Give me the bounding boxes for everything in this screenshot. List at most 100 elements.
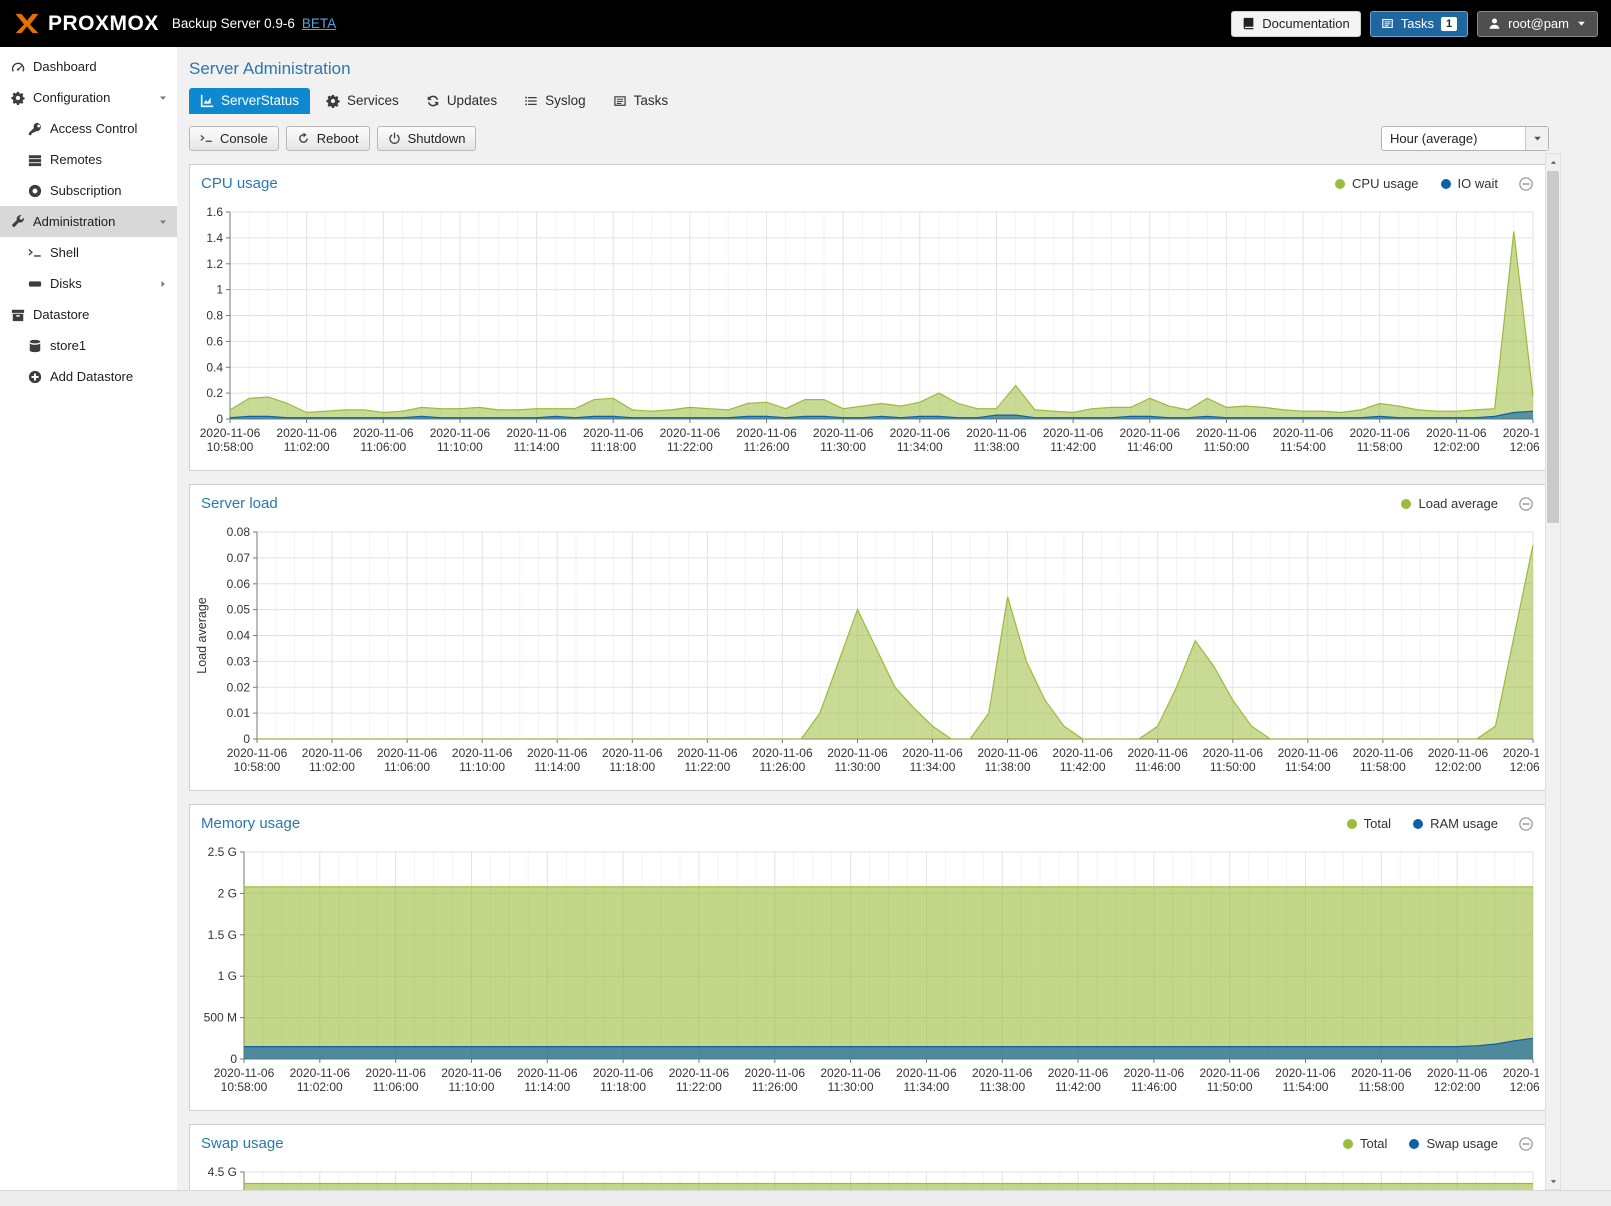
sidebar-item-dashboard[interactable]: Dashboard: [0, 51, 177, 82]
svg-text:2020-11-06: 2020-11-06: [1127, 746, 1188, 760]
svg-text:11:50:00: 11:50:00: [1203, 440, 1249, 454]
timeframe-select[interactable]: Hour (average): [1381, 126, 1549, 151]
reboot-button[interactable]: Reboot: [286, 126, 370, 151]
svg-text:2 G: 2 G: [218, 886, 237, 900]
svg-text:11:50:00: 11:50:00: [1207, 1080, 1253, 1094]
tasks-button[interactable]: Tasks 1: [1370, 11, 1468, 37]
svg-text:2020-11-06: 2020-11-06: [1052, 746, 1113, 760]
svg-text:12:02:00: 12:02:00: [1433, 440, 1480, 454]
tab-label: Services: [347, 93, 399, 108]
caret-down-icon: [1549, 1177, 1558, 1186]
chart-legend: TotalRAM usage: [1347, 816, 1498, 831]
caret-right-icon[interactable]: [158, 279, 168, 289]
vertical-scrollbar[interactable]: [1545, 153, 1561, 1190]
sidebar-item-label: Dashboard: [33, 59, 97, 74]
svg-text:0.06: 0.06: [227, 577, 251, 591]
svg-text:11:10:00: 11:10:00: [437, 440, 483, 454]
sidebar-item-remotes[interactable]: Remotes: [0, 144, 177, 175]
combo-trigger[interactable]: [1525, 127, 1548, 150]
archive-icon: [11, 308, 25, 322]
panel-header: Swap usageTotalSwap usage: [190, 1125, 1545, 1162]
svg-text:11:54:00: 11:54:00: [1283, 1080, 1329, 1094]
tab-bar: ServerStatus Services UpdatesSyslog Tasks: [189, 88, 1561, 114]
tab-tasks[interactable]: Tasks: [602, 88, 680, 114]
tasks-icon: [1381, 17, 1394, 30]
collapse-panel-button[interactable]: [1518, 496, 1534, 512]
tab-services[interactable]: Services: [315, 88, 410, 114]
caret-down-icon[interactable]: [158, 217, 168, 227]
reboot-label: Reboot: [317, 131, 359, 146]
power-icon: [388, 132, 401, 145]
panel-title: Memory usage: [201, 815, 300, 832]
svg-text:2020-11-06: 2020-11-06: [1428, 746, 1489, 760]
svg-text:2020-11-06: 2020-11-06: [1353, 746, 1414, 760]
beta-link[interactable]: BETA: [302, 16, 336, 31]
caret-down-icon: [1532, 133, 1543, 144]
legend-dot: [1343, 1139, 1353, 1149]
panel-header: CPU usageCPU usageIO wait: [190, 165, 1545, 202]
tab-syslog[interactable]: Syslog: [513, 88, 597, 114]
svg-text:2020-11-06: 2020-11-06: [745, 1066, 806, 1080]
svg-text:2020-11-06: 2020-11-06: [593, 1066, 654, 1080]
svg-text:11:02:00: 11:02:00: [309, 760, 355, 774]
chart-legend: CPU usageIO wait: [1335, 176, 1498, 191]
panel-title: Server load: [201, 495, 278, 512]
svg-text:11:06:00: 11:06:00: [384, 760, 430, 774]
svg-text:11:34:00: 11:34:00: [910, 760, 956, 774]
chart-cpu-usage: 00.20.40.60.811.21.41.62020-11-0610:58:0…: [194, 202, 1539, 465]
sidebar-item-label: Shell: [50, 245, 79, 260]
svg-text:Load average: Load average: [195, 597, 209, 674]
svg-text:2020-11-06: 2020-11-06: [1273, 426, 1334, 440]
svg-text:2020-11-06: 2020-11-06: [1124, 1066, 1185, 1080]
legend-item-load-average: Load average: [1401, 496, 1498, 511]
svg-text:11:14:00: 11:14:00: [514, 440, 560, 454]
legend-dot: [1441, 179, 1451, 189]
collapse-panel-button[interactable]: [1518, 816, 1534, 832]
sidebar-item-subscription[interactable]: Subscription: [0, 175, 177, 206]
svg-text:11:06:00: 11:06:00: [360, 440, 406, 454]
panel-header: Server load Load average: [190, 485, 1545, 522]
collapse-panel-button[interactable]: [1518, 1136, 1534, 1152]
svg-text:0.8: 0.8: [206, 309, 223, 323]
console-button[interactable]: Console: [189, 126, 279, 151]
svg-text:2020-11-06: 2020-11-06: [1278, 746, 1339, 760]
svg-text:2020-11-06: 2020-11-06: [1426, 426, 1487, 440]
shutdown-button[interactable]: Shutdown: [377, 126, 477, 151]
sidebar-item-configuration[interactable]: Configuration: [0, 82, 177, 113]
svg-text:11:22:00: 11:22:00: [684, 760, 730, 774]
tab-updates[interactable]: Updates: [415, 88, 508, 114]
scroll-down-button[interactable]: [1546, 1174, 1560, 1188]
caret-down-icon[interactable]: [158, 93, 168, 103]
tab-serverstatus[interactable]: ServerStatus: [189, 88, 310, 114]
collapse-panel-button[interactable]: [1518, 176, 1534, 192]
tab-label: Tasks: [634, 93, 669, 108]
sidebar-item-disks[interactable]: Disks: [0, 268, 177, 299]
scrollbar-thumb[interactable]: [1547, 171, 1559, 523]
svg-text:500 M: 500 M: [204, 1011, 237, 1025]
tasks-count-badge: 1: [1441, 17, 1457, 31]
svg-text:2020-11-06: 2020-11-06: [452, 746, 513, 760]
svg-text:10:58:00: 10:58:00: [207, 440, 254, 454]
scroll-up-button[interactable]: [1546, 155, 1560, 169]
svg-text:11:42:00: 11:42:00: [1050, 440, 1096, 454]
documentation-button[interactable]: Documentation: [1231, 11, 1360, 37]
brand-wordmark: PROXMOX: [48, 12, 159, 36]
panel-header: Memory usage TotalRAM usage: [190, 805, 1545, 842]
sidebar-item-datastore[interactable]: Datastore: [0, 299, 177, 330]
user-menu-button[interactable]: root@pam: [1477, 11, 1598, 37]
sidebar-item-store1[interactable]: store1: [0, 330, 177, 361]
svg-text:10:58:00: 10:58:00: [234, 760, 281, 774]
sidebar-item-shell[interactable]: Shell: [0, 237, 177, 268]
svg-text:2020-11-06: 2020-11-06: [1043, 426, 1104, 440]
svg-text:1.5 G: 1.5 G: [208, 928, 237, 942]
svg-text:12:06:00: 12:06:00: [1510, 1080, 1539, 1094]
svg-text:11:26:00: 11:26:00: [744, 440, 790, 454]
sidebar-item-access-control[interactable]: Access Control: [0, 113, 177, 144]
svg-text:2020-11-06: 2020-11-06: [1196, 426, 1257, 440]
svg-text:11:42:00: 11:42:00: [1055, 1080, 1101, 1094]
sidebar-item-add-datastore[interactable]: Add Datastore: [0, 361, 177, 392]
svg-text:0.08: 0.08: [227, 525, 251, 539]
svg-text:0.07: 0.07: [227, 551, 251, 565]
sidebar-item-administration[interactable]: Administration: [0, 206, 177, 237]
svg-text:2020-11-06: 2020-11-06: [506, 426, 567, 440]
